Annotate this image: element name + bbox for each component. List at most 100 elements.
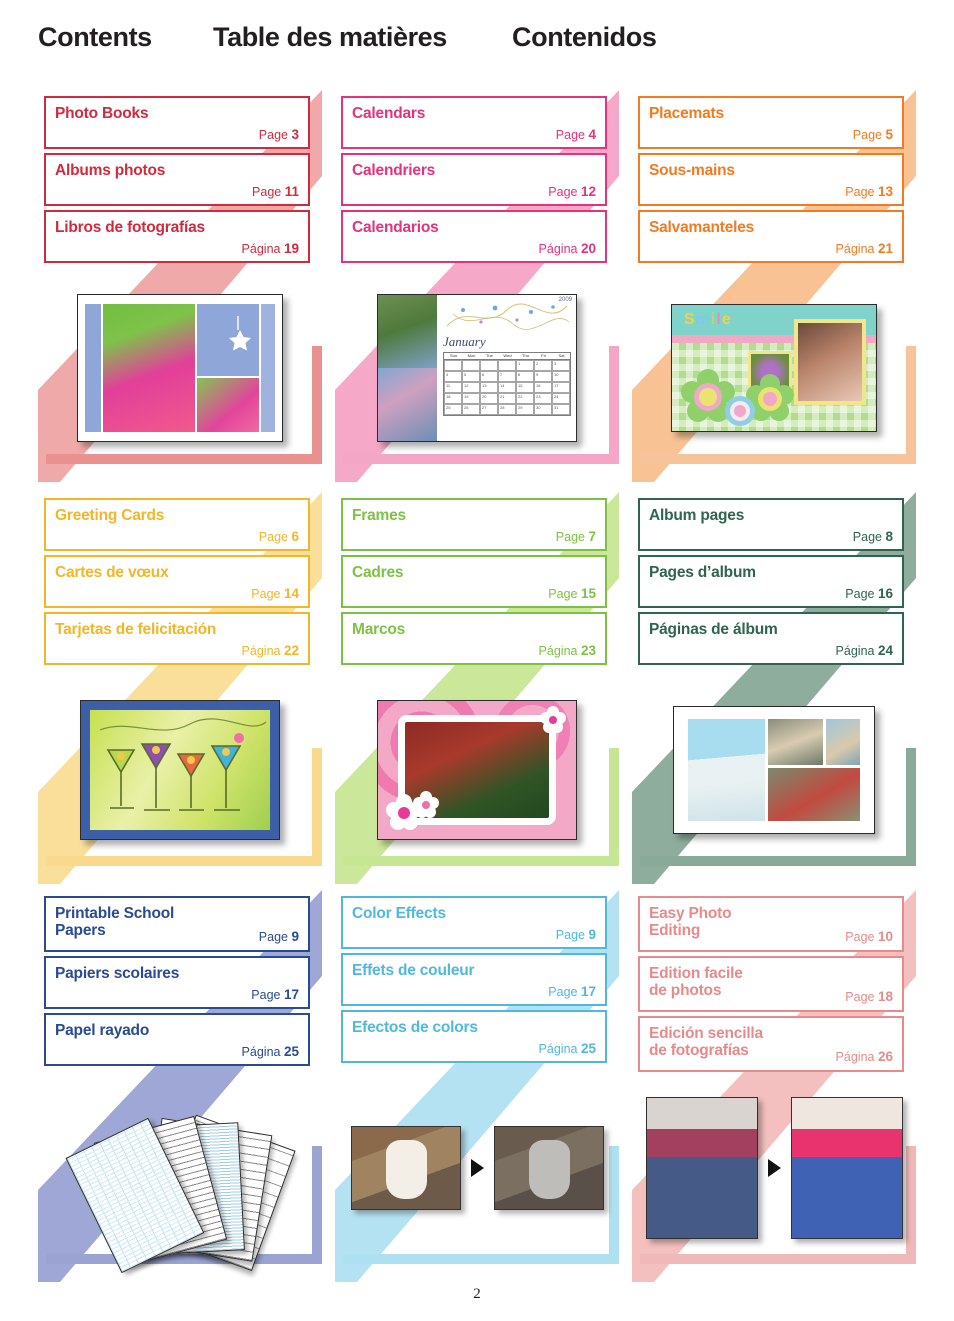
toc-entry-greeting-cards-1[interactable]: Cartes de vœux Page 14 (44, 555, 310, 608)
toc-entry-frames-1[interactable]: Cadres Page 15 (341, 555, 607, 608)
toc-entry-title: Greeting Cards (55, 507, 165, 524)
toc-entry-list: Calendars Page 4 Calendriers Page 12 Cal… (341, 96, 607, 267)
toc-entry-page: Page 18 (845, 989, 893, 1004)
toc-entry-photo-books-2[interactable]: Libros de fotografías Página 19 (44, 210, 310, 263)
page-number: 21 (877, 241, 893, 256)
toc-entry-easy-photo-editing-0[interactable]: Easy Photo Editing Page 10 (638, 896, 904, 952)
page-number: 17 (283, 987, 299, 1002)
page-number: 26 (877, 1049, 893, 1064)
toc-entry-printable-school-papers-1[interactable]: Papiers scolaires Page 17 (44, 956, 310, 1009)
toc-entry-page: Page 17 (548, 984, 596, 999)
page-number: 6 (291, 529, 299, 544)
toc-entry-easy-photo-editing-2[interactable]: Edición sencilla de fotografías Página 2… (638, 1016, 904, 1072)
toc-entry-frames-2[interactable]: Marcos Página 23 (341, 612, 607, 665)
page-number: 24 (877, 643, 893, 658)
page-number: 10 (877, 929, 893, 944)
toc-entry-page: Page 3 (259, 127, 299, 142)
page-word: Page (852, 530, 882, 544)
toc-entry-calendars-0[interactable]: Calendars Page 4 (341, 96, 607, 149)
toc-entry-photo-books-0[interactable]: Photo Books Page 3 (44, 96, 310, 149)
toc-entry-placemats-0[interactable]: Placemats Page 5 (638, 96, 904, 149)
toc-entry-title: Papel rayado (55, 1022, 150, 1039)
toc-entry-title: Cartes de vœux (55, 564, 169, 581)
thumbnail-greeting-card (80, 700, 280, 840)
toc-entry-easy-photo-editing-1[interactable]: Edition facile de photos Page 18 (638, 956, 904, 1012)
toc-entry-title: Photo Books (55, 105, 149, 122)
page-number: 9 (291, 929, 299, 944)
page-word: Página (835, 644, 875, 658)
thumbnail-area (38, 670, 322, 870)
toc-entry-page: Page 13 (845, 184, 893, 199)
page-word: Page (845, 930, 875, 944)
thumbnail-area (335, 670, 619, 870)
toc-entry-list: Greeting Cards Page 6 Cartes de vœux Pag… (44, 498, 310, 669)
content-block-photo-books: Photo Books Page 3 Albums photos Page 11… (38, 90, 322, 482)
toc-entry-calendars-2[interactable]: Calendarios Página 20 (341, 210, 607, 263)
toc-entry-greeting-cards-2[interactable]: Tarjetas de felicitación Página 22 (44, 612, 310, 665)
page-number: 8 (885, 529, 893, 544)
toc-entry-title: Papiers scolaires (55, 965, 180, 982)
page-word: Page (845, 587, 875, 601)
kid-after-image (790, 1097, 903, 1239)
toc-entry-printable-school-papers-0[interactable]: Printable School Papers Page 9 (44, 896, 310, 952)
page-word: Page (258, 930, 288, 944)
page-word: Página (538, 242, 578, 256)
page-word: Página (241, 1045, 281, 1059)
toc-entry-color-effects-2[interactable]: Efectos de colors Página 25 (341, 1010, 607, 1063)
toc-entry-page: Página 19 (242, 241, 299, 256)
thumbnail-frame (377, 700, 577, 840)
page-word: Page (251, 988, 281, 1002)
toc-entry-title: Placemats (649, 105, 724, 122)
toc-entry-title: Pages d’album (649, 564, 756, 581)
toc-entry-page: Página 24 (836, 643, 893, 658)
toc-entry-greeting-cards-0[interactable]: Greeting Cards Page 6 (44, 498, 310, 551)
page-number: 16 (877, 586, 893, 601)
page-number: 11 (284, 184, 299, 199)
toc-entry-title: Albums photos (55, 162, 166, 179)
toc-entry-list: Easy Photo Editing Page 10 Edition facil… (638, 896, 904, 1076)
placemat-smile-text: Smile (684, 311, 732, 328)
toc-entry-album-pages-2[interactable]: Páginas de álbum Página 24 (638, 612, 904, 665)
toc-entry-title: Marcos (352, 621, 406, 638)
toc-entry-frames-0[interactable]: Frames Page 7 (341, 498, 607, 551)
calendar-year-label: 2009 (558, 297, 572, 303)
toc-entry-placemats-2[interactable]: Salvamanteles Página 21 (638, 210, 904, 263)
page-number: 15 (580, 586, 596, 601)
toc-entry-color-effects-0[interactable]: Color Effects Page 9 (341, 896, 607, 949)
toc-entry-page: Page 16 (845, 586, 893, 601)
toc-entry-album-pages-1[interactable]: Pages d’album Page 16 (638, 555, 904, 608)
toc-entry-calendars-1[interactable]: Calendriers Page 12 (341, 153, 607, 206)
toc-entry-photo-books-1[interactable]: Albums photos Page 11 (44, 153, 310, 206)
toc-entry-page: Page 12 (548, 184, 596, 199)
page-number: 13 (877, 184, 893, 199)
page-word: Page (548, 985, 578, 999)
toc-entry-page: Page 10 (845, 929, 893, 944)
contents-grid: Photo Books Page 3 Albums photos Page 11… (0, 0, 954, 1321)
toc-entry-page: Page 11 (252, 184, 299, 199)
toc-entry-printable-school-papers-2[interactable]: Papel rayado Página 25 (44, 1013, 310, 1066)
page-word: Página (835, 242, 875, 256)
toc-entry-page: Page 7 (556, 529, 596, 544)
toc-entry-placemats-1[interactable]: Sous-mains Page 13 (638, 153, 904, 206)
content-block-easy-photo-editing: Easy Photo Editing Page 10 Edition facil… (632, 890, 916, 1282)
page-number: 25 (283, 1044, 299, 1059)
thumbnail-photo-editing-pair (645, 1097, 903, 1239)
page-number: 20 (580, 241, 596, 256)
thumbnail-album-page (673, 706, 875, 834)
content-block-frames: Frames Page 7 Cadres Page 15 Marcos Pági… (335, 492, 619, 884)
thumbnail-area (632, 1068, 916, 1268)
toc-entry-title: Salvamanteles (649, 219, 755, 236)
page-number: 7 (588, 529, 596, 544)
thumbnail-area (38, 1068, 322, 1274)
page-word: Página (538, 1042, 578, 1056)
page-word: Page (251, 587, 281, 601)
toc-entry-page: Page 5 (853, 127, 893, 142)
vase-after-image (493, 1126, 604, 1210)
toc-entry-album-pages-0[interactable]: Album pages Page 8 (638, 498, 904, 551)
page-number: 4 (588, 127, 596, 142)
toc-entry-title: Calendars (352, 105, 426, 122)
content-block-greeting-cards: Greeting Cards Page 6 Cartes de vœux Pag… (38, 492, 322, 884)
toc-entry-color-effects-1[interactable]: Effets de couleur Page 17 (341, 953, 607, 1006)
page-word: Page (555, 128, 585, 142)
thumbnail-photo-book (77, 294, 283, 442)
